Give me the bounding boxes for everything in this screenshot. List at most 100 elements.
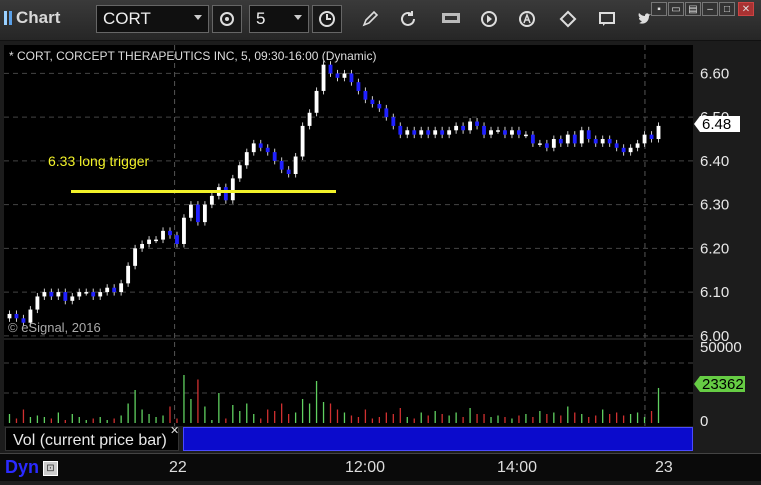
candle: [56, 292, 61, 297]
candle: [405, 130, 410, 135]
play-icon: [481, 11, 497, 27]
candle: [600, 139, 605, 144]
refresh-button[interactable]: [393, 5, 423, 33]
settings-button[interactable]: [212, 5, 242, 33]
candle: [258, 143, 263, 148]
candle: [628, 147, 633, 153]
candle: [419, 130, 424, 135]
candle: [293, 156, 298, 175]
candle: [168, 230, 172, 236]
volume-axis-top: 50000: [700, 339, 742, 356]
current-volume-tag: 23362: [694, 376, 745, 393]
candle: [119, 283, 124, 293]
get-button[interactable]: [436, 5, 466, 33]
candle: [230, 178, 235, 201]
close-study-icon[interactable]: ✕: [170, 424, 179, 437]
refresh-icon: [401, 11, 415, 26]
candle: [440, 130, 445, 135]
current-volume-label: 23362: [702, 376, 744, 393]
candle: [272, 152, 277, 161]
candle: [482, 125, 486, 135]
candle: [461, 125, 466, 131]
candle: [537, 143, 542, 145]
draw-button[interactable]: [355, 5, 385, 33]
time-button[interactable]: [312, 5, 342, 33]
candle: [84, 292, 89, 294]
candle: [314, 90, 319, 113]
price-chart[interactable]: 6.006.106.206.306.406.506.60 6.33 long t…: [0, 41, 761, 480]
x-tick-label: 14:00: [497, 459, 538, 476]
candle: [614, 143, 619, 148]
candle: [42, 292, 47, 297]
candle: [523, 134, 528, 137]
pin-button[interactable]: ▪: [651, 2, 667, 16]
candle: [105, 287, 110, 293]
candle: [496, 130, 500, 132]
candle: [356, 82, 361, 91]
candle: [147, 239, 151, 244]
candle: [579, 130, 584, 144]
candle: [300, 125, 305, 157]
candle: [384, 108, 389, 118]
candle: [202, 204, 207, 223]
message-button[interactable]: [592, 5, 622, 33]
candle: [279, 160, 284, 170]
candle: [161, 230, 165, 240]
candle: [642, 134, 647, 144]
alert-icon: [519, 11, 535, 27]
maximize-button[interactable]: □: [719, 2, 735, 16]
candle: [98, 292, 103, 297]
symbol-input[interactable]: CORT: [96, 5, 209, 33]
get-data-icon: [442, 13, 460, 23]
candle: [91, 292, 96, 297]
close-button[interactable]: ✕: [738, 2, 754, 16]
dyn-label[interactable]: Dyn: [5, 457, 39, 478]
chevron-down-icon[interactable]: [294, 15, 302, 20]
volume-study-label[interactable]: Vol (current price bar): [5, 427, 179, 451]
candle: [363, 90, 368, 100]
y-tick-label: 6.10: [700, 284, 729, 301]
candle: [349, 73, 354, 83]
candle: [447, 130, 452, 135]
candle: [209, 195, 214, 205]
candle: [565, 134, 570, 144]
y-tick-label: 6.20: [700, 240, 729, 257]
candle: [621, 147, 626, 153]
chevron-down-icon[interactable]: [194, 15, 202, 20]
current-price-label: 6.48: [702, 116, 731, 133]
x-tick-label: 22: [169, 459, 187, 476]
candle: [237, 165, 242, 179]
candle: [154, 239, 158, 242]
candle: [377, 104, 382, 109]
candle: [286, 169, 291, 175]
candle: [307, 112, 312, 126]
candle: [328, 64, 333, 74]
candle: [133, 248, 138, 266]
candle: [593, 139, 598, 144]
minimize-button[interactable]: –: [702, 2, 718, 16]
candle: [517, 130, 521, 135]
play-button[interactable]: [474, 5, 504, 33]
candle: [70, 296, 75, 301]
interval-input[interactable]: 5: [249, 5, 309, 33]
candle: [412, 130, 417, 135]
clock-icon: [319, 11, 335, 27]
watermark: © eSignal, 2016: [8, 320, 101, 335]
candle: [510, 130, 514, 135]
toolbar: Chart CORT 5 ▪ ▭ ▤ – □ ✕: [0, 0, 761, 41]
candle: [14, 313, 19, 319]
candle: [649, 134, 654, 140]
minimize-icon: –: [707, 4, 713, 15]
restore-icon: ▭: [671, 4, 681, 15]
candle: [544, 143, 549, 148]
volume-pane: [4, 340, 693, 426]
volume-label-text: Vol (current price bar): [13, 432, 167, 449]
link-button[interactable]: [553, 5, 583, 33]
candle: [112, 287, 117, 293]
session-icon[interactable]: ⊡: [43, 461, 58, 476]
candle: [475, 121, 479, 126]
restore-button[interactable]: ▭: [668, 2, 684, 16]
volume-study-bar[interactable]: [183, 427, 693, 451]
layout-button[interactable]: ▤: [685, 2, 701, 16]
alert-button[interactable]: [512, 5, 542, 33]
